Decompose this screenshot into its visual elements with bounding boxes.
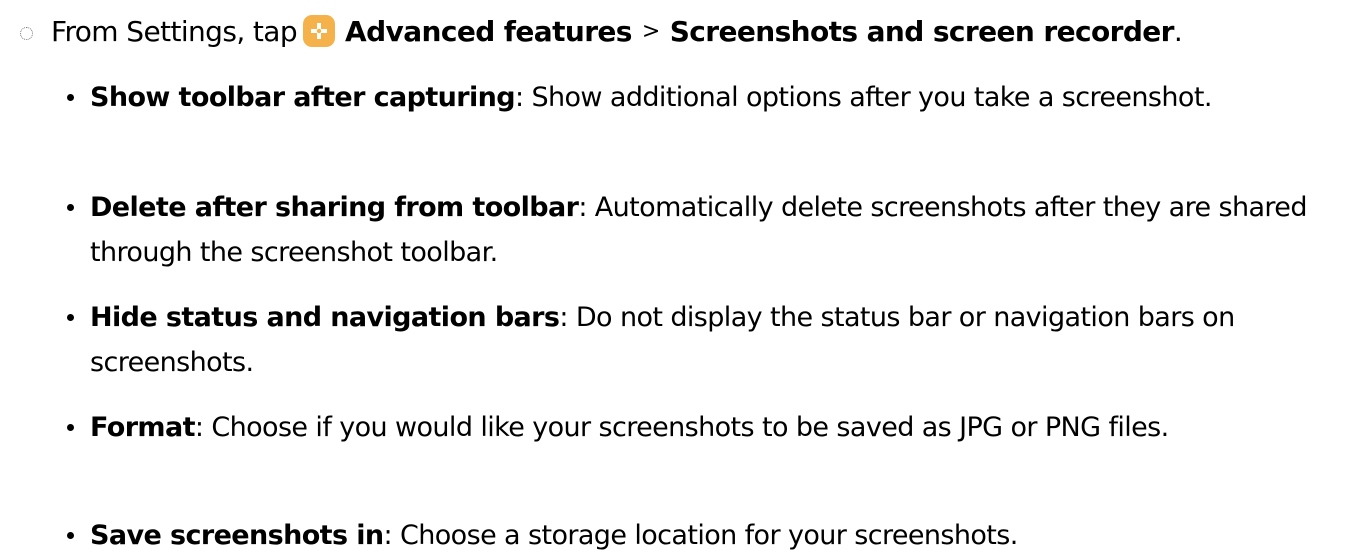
option-description: : Show additional options after you take… bbox=[514, 82, 1212, 113]
menu-item-screenshots-and-screen-recorder: Screenshots and screen recorder bbox=[669, 14, 1175, 48]
option-description: : Choose a storage location for your scr… bbox=[383, 520, 1019, 551]
option-description: : Choose if you would like your screensh… bbox=[194, 412, 1169, 443]
option-hide-status-and-navigation-bars: Hide status and navigation bars: Do not … bbox=[67, 295, 1340, 385]
step-end-punctuation: . bbox=[1173, 14, 1183, 48]
option-title: Show toolbar after capturing bbox=[90, 82, 516, 113]
option-title: Save screenshots in bbox=[90, 520, 384, 551]
option-title: Hide status and navigation bars bbox=[90, 302, 560, 333]
step-lead-text: From Settings, tap bbox=[51, 14, 298, 48]
advanced-features-icon bbox=[303, 15, 336, 47]
option-format: Format: Choose if you would like your sc… bbox=[67, 405, 1340, 450]
settings-instructions: From Settings, tap Advanced features > S… bbox=[0, 0, 1355, 559]
step-bullet-icon bbox=[20, 26, 33, 40]
option-title: Delete after sharing from toolbar bbox=[90, 192, 579, 223]
option-show-toolbar-after-capturing: Show toolbar after capturing: Show addit… bbox=[67, 75, 1340, 120]
puzzle-plus-icon bbox=[311, 23, 328, 39]
option-title: Format bbox=[90, 412, 195, 443]
menu-item-advanced-features: Advanced features bbox=[345, 14, 632, 48]
breadcrumb-separator: > bbox=[641, 18, 660, 44]
option-delete-after-sharing: Delete after sharing from toolbar: Autom… bbox=[67, 185, 1340, 275]
step-instruction: From Settings, tap Advanced features > S… bbox=[20, 8, 1183, 54]
option-save-screenshots-in: Save screenshots in: Choose a storage lo… bbox=[67, 513, 1340, 558]
